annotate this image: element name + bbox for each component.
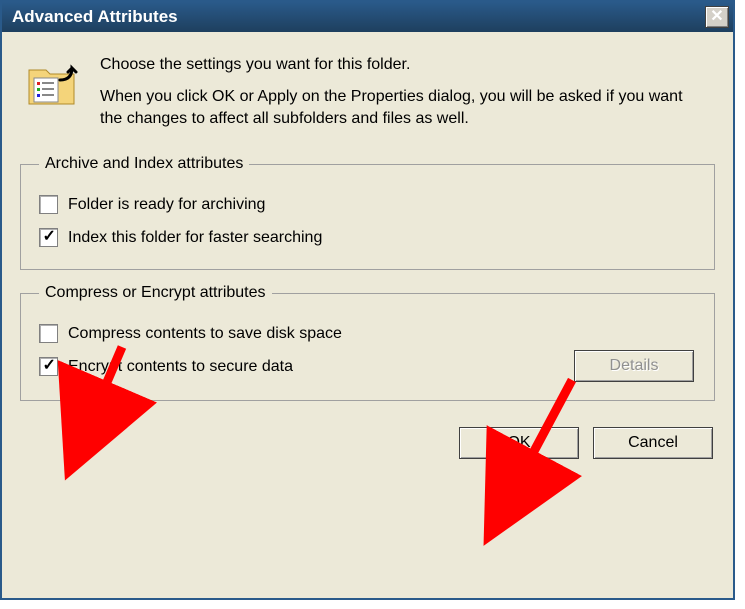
index-checkbox[interactable]: [39, 228, 58, 247]
cancel-button[interactable]: Cancel: [593, 427, 713, 459]
intro-line-2: When you click OK or Apply on the Proper…: [100, 86, 709, 129]
details-button: Details: [574, 350, 694, 382]
close-icon: ✕: [710, 9, 723, 25]
compress-encrypt-group: Compress or Encrypt attributes Compress …: [20, 284, 715, 401]
close-button[interactable]: ✕: [705, 6, 729, 28]
compress-checkbox[interactable]: [39, 324, 58, 343]
intro-section: Choose the settings you want for this fo…: [20, 48, 715, 141]
folder-settings-icon: [26, 56, 80, 113]
dialog-buttons: OK Cancel: [20, 411, 715, 459]
archive-row: Folder is ready for archiving: [39, 195, 696, 214]
compress-label: Compress contents to save disk space: [68, 325, 342, 343]
encrypt-checkbox[interactable]: [39, 357, 58, 376]
intro-line-1: Choose the settings you want for this fo…: [100, 56, 709, 74]
archive-label: Folder is ready for archiving: [68, 196, 265, 214]
advanced-attributes-dialog: Advanced Attributes ✕: [0, 0, 735, 600]
index-row: Index this folder for faster searching: [39, 228, 696, 247]
encrypt-label: Encrypt contents to secure data: [68, 358, 293, 376]
dialog-body: Choose the settings you want for this fo…: [2, 32, 733, 473]
window-title: Advanced Attributes: [12, 7, 178, 27]
compress-row: Compress contents to save disk space: [39, 324, 696, 343]
compress-encrypt-legend: Compress or Encrypt attributes: [39, 284, 272, 302]
index-label: Index this folder for faster searching: [68, 229, 322, 247]
archive-index-legend: Archive and Index attributes: [39, 155, 249, 173]
archive-checkbox[interactable]: [39, 195, 58, 214]
ok-button[interactable]: OK: [459, 427, 579, 459]
intro-text: Choose the settings you want for this fo…: [100, 56, 709, 129]
archive-index-group: Archive and Index attributes Folder is r…: [20, 155, 715, 270]
titlebar: Advanced Attributes ✕: [2, 2, 733, 32]
